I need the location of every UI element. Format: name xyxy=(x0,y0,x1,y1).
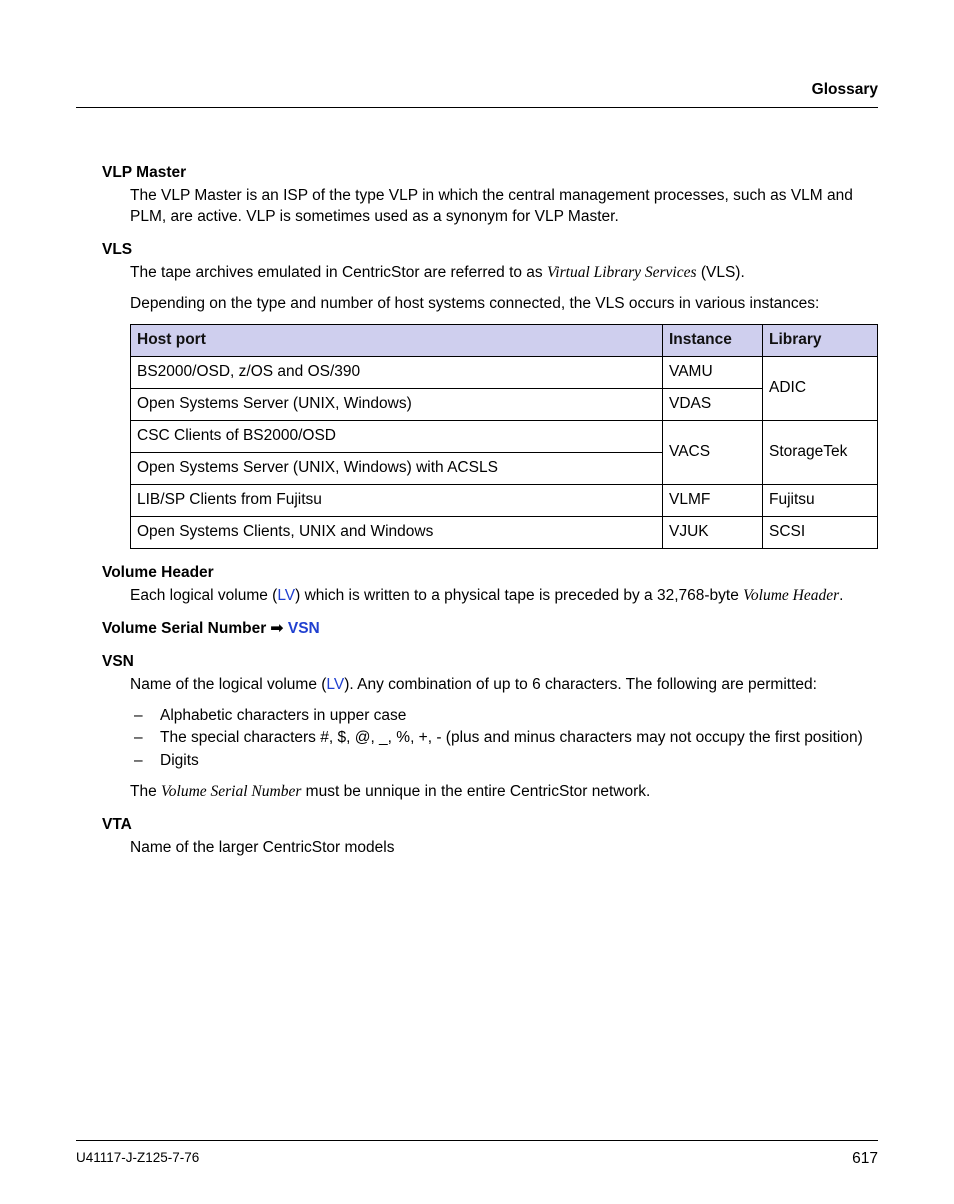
table-row: Open Systems Clients, UNIX and Windows V… xyxy=(131,516,878,548)
term-vlp-master: VLP Master xyxy=(102,163,878,184)
glossary-entry-vta: VTA Name of the larger CentricStor model… xyxy=(76,815,878,859)
header-title: Glossary xyxy=(812,81,878,98)
cell-instance: VLMF xyxy=(663,485,763,517)
def-vta: Name of the larger CentricStor models xyxy=(130,838,878,859)
page-header: Glossary xyxy=(76,80,878,108)
text-fragment: ). Any combination of up to 6 characters… xyxy=(344,676,817,693)
def-vsn: Name of the logical volume (LV). Any com… xyxy=(130,675,878,804)
vls-def-line1: The tape archives emulated in CentricSto… xyxy=(130,263,878,284)
glossary-entry-vsn-ref: Volume Serial Number ➟ VSN xyxy=(76,619,878,640)
cell-host: Open Systems Server (UNIX, Windows) xyxy=(131,389,663,421)
cell-library: Fujitsu xyxy=(763,485,878,517)
vls-table: Host port Instance Library BS2000/OSD, z… xyxy=(130,324,878,548)
glossary-entry-vlp-master: VLP Master The VLP Master is an ISP of t… xyxy=(76,163,878,228)
def-vlp-master: The VLP Master is an ISP of the type VLP… xyxy=(130,186,878,228)
cell-instance: VAMU xyxy=(663,357,763,389)
vsn-bullet-list: Alphabetic characters in upper case The … xyxy=(130,706,878,773)
text-fragment: must be unnique in the entire CentricSto… xyxy=(301,783,650,800)
cell-library: ADIC xyxy=(763,357,878,421)
cell-instance: VDAS xyxy=(663,389,763,421)
vls-def-line2: Depending on the type and number of host… xyxy=(130,294,878,315)
cell-host: CSC Clients of BS2000/OSD xyxy=(131,421,663,453)
glossary-entry-vsn: VSN Name of the logical volume (LV). Any… xyxy=(76,652,878,804)
term-volume-header: Volume Header xyxy=(102,563,878,584)
cell-host: LIB/SP Clients from Fujitsu xyxy=(131,485,663,517)
link-lv[interactable]: LV xyxy=(326,676,344,693)
table-header-row: Host port Instance Library xyxy=(131,325,878,357)
term-vls: VLS xyxy=(102,240,878,261)
document-page: Glossary VLP Master The VLP Master is an… xyxy=(0,0,954,1204)
cell-instance: VACS xyxy=(663,421,763,485)
document-number: U41117-J-Z125-7-76 xyxy=(76,1149,199,1167)
text-fragment: The tape archives emulated in CentricSto… xyxy=(130,264,547,281)
link-lv[interactable]: LV xyxy=(277,587,295,604)
cell-library: StorageTek xyxy=(763,421,878,485)
list-item: Alphabetic characters in upper case xyxy=(130,706,878,727)
table-row: LIB/SP Clients from Fujitsu VLMF Fujitsu xyxy=(131,485,878,517)
list-item: The special characters #, $, @, _, %, +,… xyxy=(130,728,878,749)
table-row: CSC Clients of BS2000/OSD VACS StorageTe… xyxy=(131,421,878,453)
list-item: Digits xyxy=(130,751,878,772)
text-italic: Volume Serial Number xyxy=(161,783,301,800)
term-vta: VTA xyxy=(102,815,878,836)
def-volume-header: Each logical volume (LV) which is writte… xyxy=(130,586,878,607)
text-fragment: Volume Serial Number xyxy=(102,620,271,637)
vsn-def-line1: Name of the logical volume (LV). Any com… xyxy=(130,675,878,696)
text-fragment: Each logical volume ( xyxy=(130,587,277,604)
link-vsn[interactable]: VSN xyxy=(284,620,320,637)
col-library: Library xyxy=(763,325,878,357)
text-fragment: ) which is written to a physical tape is… xyxy=(295,587,743,604)
arrow-icon: ➟ xyxy=(271,620,284,637)
term-vsn-ref: Volume Serial Number ➟ VSN xyxy=(102,619,878,640)
cell-library: SCSI xyxy=(763,516,878,548)
text-fragment: The xyxy=(130,783,161,800)
glossary-entry-vls: VLS The tape archives emulated in Centri… xyxy=(76,240,878,549)
glossary-entry-volume-header: Volume Header Each logical volume (LV) w… xyxy=(76,563,878,607)
col-instance: Instance xyxy=(663,325,763,357)
cell-host: BS2000/OSD, z/OS and OS/390 xyxy=(131,357,663,389)
col-host-port: Host port xyxy=(131,325,663,357)
def-vls: The tape archives emulated in CentricSto… xyxy=(130,263,878,549)
text-italic: Volume Header xyxy=(743,587,839,604)
text-fragment: . xyxy=(839,587,843,604)
page-number: 617 xyxy=(852,1149,878,1170)
cell-host: Open Systems Server (UNIX, Windows) with… xyxy=(131,453,663,485)
text-fragment: (VLS). xyxy=(697,264,745,281)
page-footer: U41117-J-Z125-7-76 617 xyxy=(76,1140,878,1170)
vsn-def-line2: The Volume Serial Number must be unnique… xyxy=(130,782,878,803)
text-italic: Virtual Library Services xyxy=(547,264,697,281)
cell-host: Open Systems Clients, UNIX and Windows xyxy=(131,516,663,548)
term-vsn: VSN xyxy=(102,652,878,673)
cell-instance: VJUK xyxy=(663,516,763,548)
table-row: BS2000/OSD, z/OS and OS/390 VAMU ADIC xyxy=(131,357,878,389)
text-fragment: Name of the logical volume ( xyxy=(130,676,326,693)
